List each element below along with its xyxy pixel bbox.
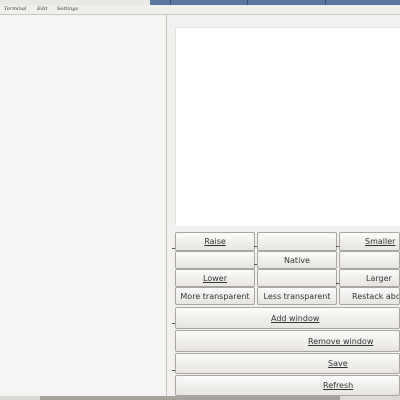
- tick-mark: [172, 248, 175, 249]
- menu-bar: Terminal Edit Settings: [0, 5, 400, 15]
- raise-button[interactable]: Raise: [175, 232, 255, 251]
- add-window-button[interactable]: Add window: [175, 307, 400, 329]
- restack-above-button[interactable]: Restack above: [339, 287, 400, 305]
- blank-button[interactable]: [257, 232, 337, 251]
- native-button[interactable]: Native: [257, 251, 337, 269]
- tick-mark: [254, 264, 257, 265]
- scrollbar-thumb[interactable]: [40, 396, 340, 400]
- left-panel: [0, 15, 167, 396]
- larger-label: Larger: [366, 273, 392, 283]
- menu-terminal[interactable]: Terminal: [4, 6, 26, 12]
- remove-window-button[interactable]: Remove window: [175, 330, 400, 352]
- less-transparent-button[interactable]: Less transparent: [257, 287, 337, 305]
- add-window-label: Add window: [271, 313, 320, 323]
- larger-button[interactable]: Larger: [339, 269, 400, 287]
- lower-button[interactable]: Lower: [175, 269, 255, 287]
- lower-label: Lower: [203, 273, 227, 283]
- tick-mark: [254, 246, 257, 247]
- save-label: Save: [328, 359, 348, 368]
- tick-mark: [336, 283, 339, 284]
- tick-mark: [336, 246, 339, 247]
- smaller-label: Smaller: [365, 237, 396, 246]
- blank-button[interactable]: [339, 251, 400, 269]
- smaller-button[interactable]: Smaller: [339, 232, 400, 251]
- tick-mark: [172, 370, 175, 371]
- preview-canvas[interactable]: [175, 27, 400, 226]
- restack-above-label: Restack above: [352, 291, 399, 301]
- horizontal-scrollbar[interactable]: [0, 396, 400, 400]
- tick-mark: [172, 323, 175, 324]
- native-label: Native: [284, 255, 310, 265]
- menu-edit[interactable]: Edit: [37, 6, 47, 12]
- less-transparent-label: Less transparent: [263, 291, 331, 301]
- more-transparent-button[interactable]: More transparent: [175, 287, 255, 305]
- menu-settings[interactable]: Settings: [57, 6, 78, 12]
- refresh-label: Refresh: [323, 381, 354, 390]
- raise-label: Raise: [204, 237, 226, 246]
- blank-button[interactable]: [257, 269, 337, 287]
- blank-button[interactable]: [175, 251, 255, 269]
- more-transparent-label: More transparent: [180, 291, 250, 301]
- refresh-button[interactable]: Refresh: [175, 375, 400, 396]
- save-button[interactable]: Save: [175, 353, 400, 374]
- remove-window-label: Remove window: [308, 336, 374, 346]
